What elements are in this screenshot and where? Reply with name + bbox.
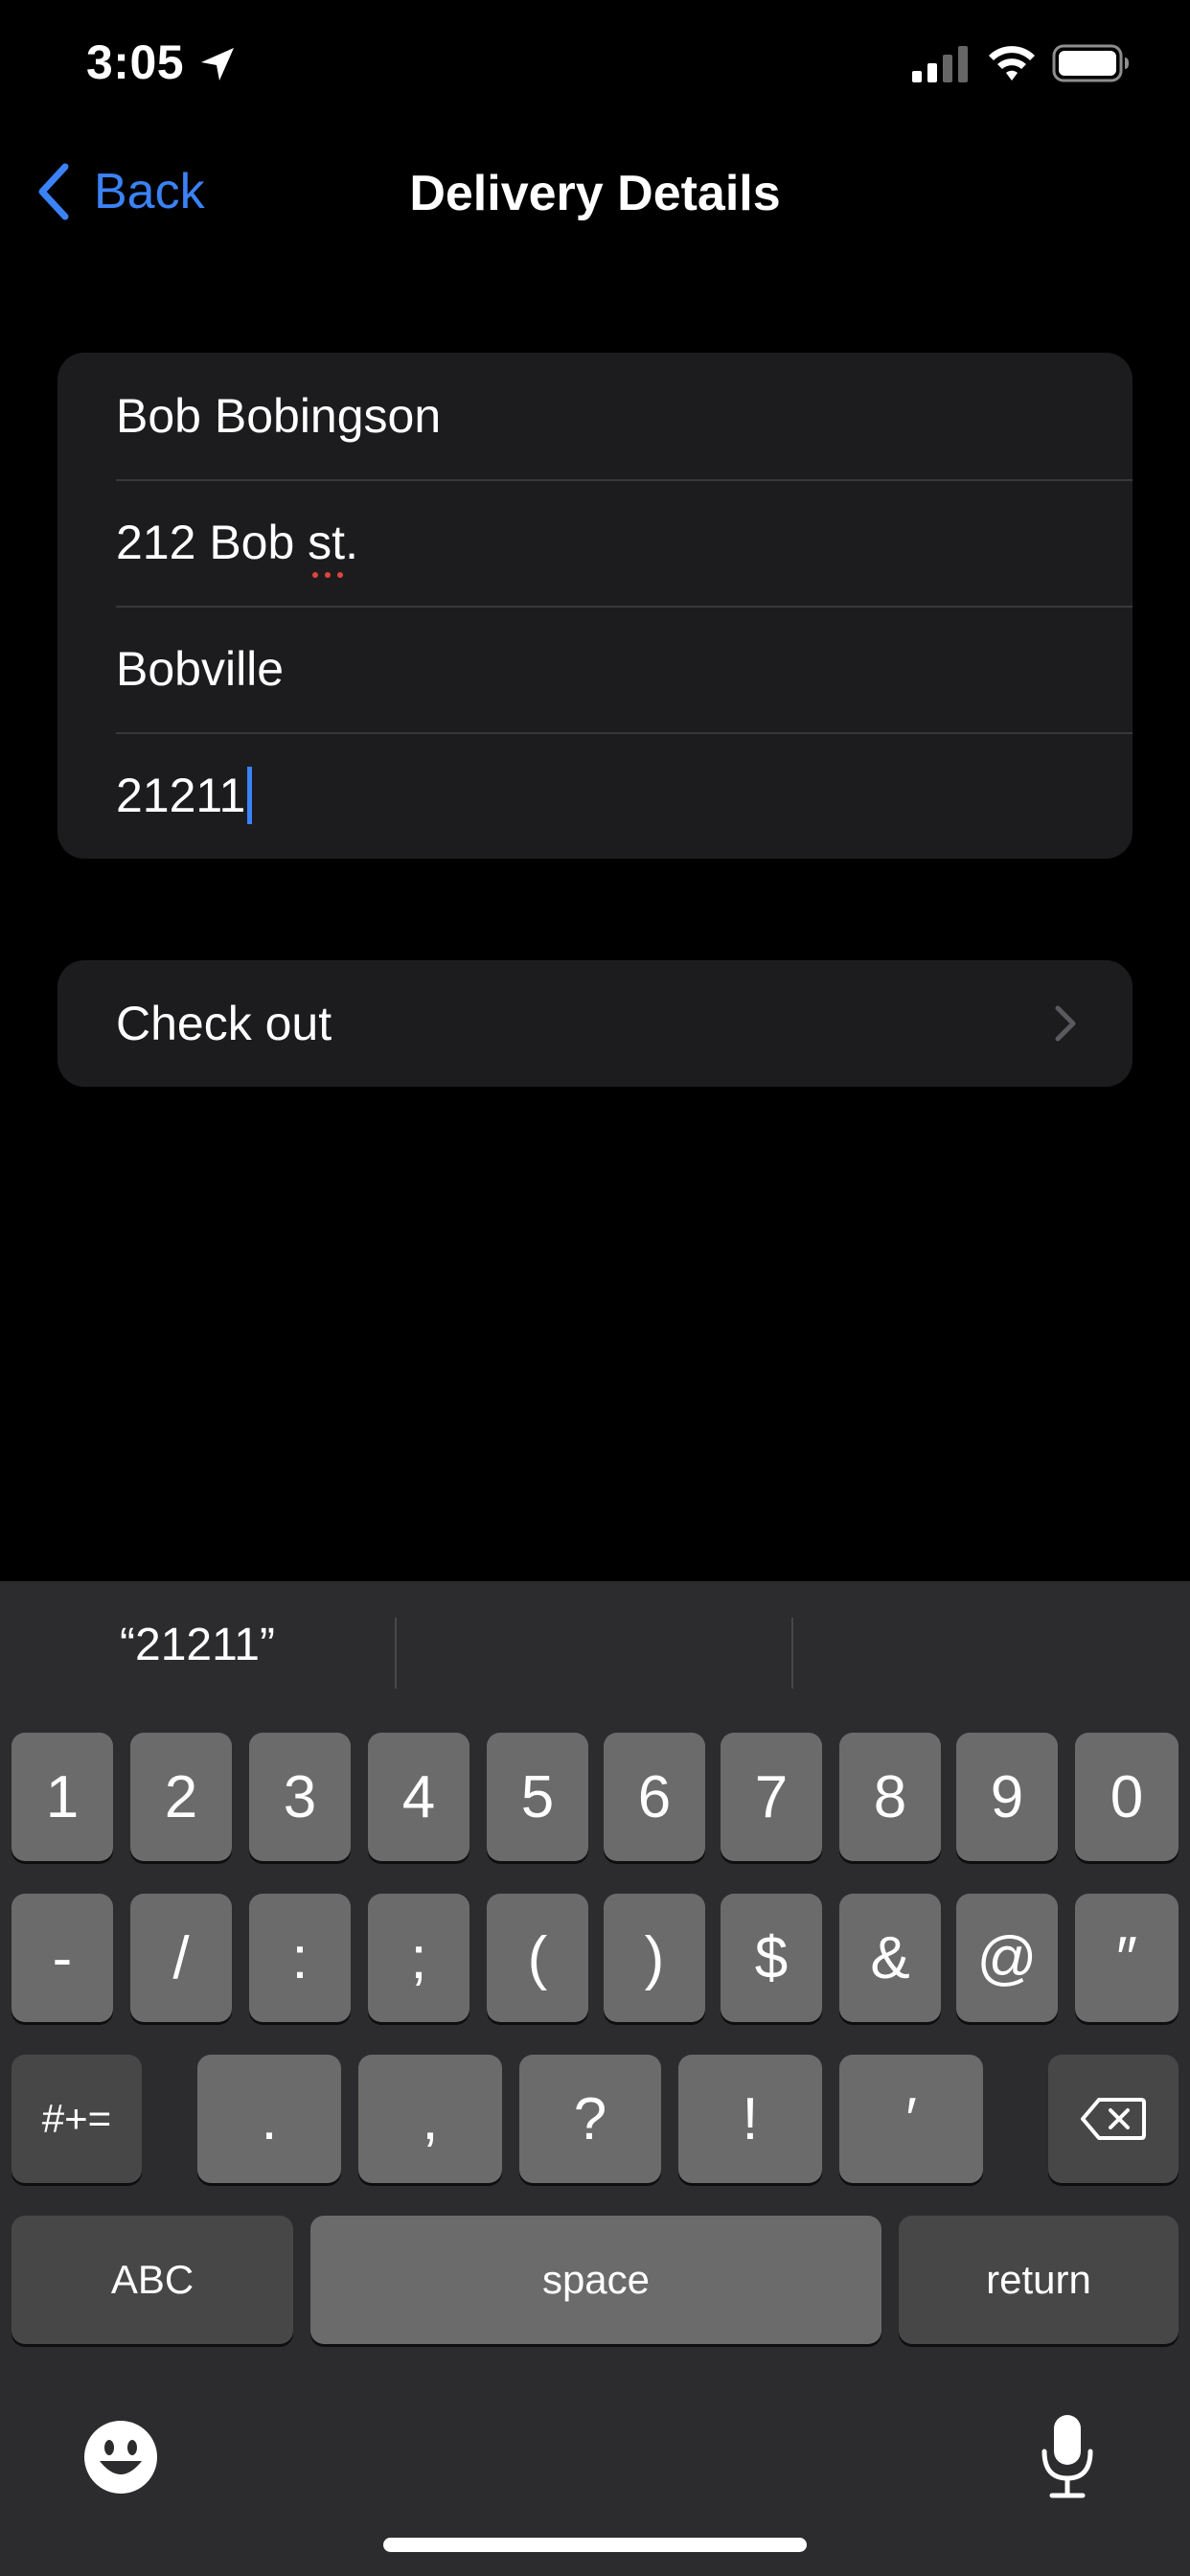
suggestion-2[interactable]	[397, 1608, 791, 1681]
spellcheck-dots	[312, 572, 344, 578]
status-bar: 3:05	[0, 0, 1190, 130]
cellular-signal-icon	[912, 46, 968, 82]
key-open-paren[interactable]: (	[487, 1894, 588, 2022]
delete-key[interactable]	[1048, 2055, 1179, 2183]
key-hyphen[interactable]: -	[11, 1894, 113, 2022]
key-symbols-toggle[interactable]: #+=	[11, 2055, 142, 2183]
key-3[interactable]: 3	[249, 1733, 351, 1861]
city-field-value: Bobville	[116, 642, 285, 696]
key-5[interactable]: 5	[487, 1733, 588, 1861]
misspelled-word[interactable]: st	[308, 516, 345, 578]
key-1[interactable]: 1	[11, 1733, 113, 1861]
status-time: 3:05	[86, 35, 185, 89]
key-return[interactable]: return	[899, 2216, 1179, 2344]
keyboard: “21211” 1 2 3 4 5 6 7 8 9 0 - / : ; ( ) …	[0, 1581, 1190, 2576]
key-slash[interactable]: /	[130, 1894, 232, 2022]
key-at[interactable]: @	[956, 1894, 1058, 2022]
key-8[interactable]: 8	[839, 1733, 941, 1861]
backspace-icon	[1081, 2098, 1146, 2140]
key-dollar[interactable]: $	[721, 1894, 822, 2022]
name-field-value: Bob Bobingson	[116, 389, 442, 443]
key-4[interactable]: 4	[368, 1733, 469, 1861]
key-quote[interactable]: ″	[1075, 1894, 1179, 2022]
zip-field[interactable]: 21211	[57, 732, 1133, 859]
navigation-bar: Back Delivery Details	[0, 144, 1190, 240]
key-0[interactable]: 0	[1075, 1733, 1179, 1861]
key-abc[interactable]: ABC	[11, 2216, 293, 2344]
suggestion-bar: “21211”	[0, 1581, 1190, 1706]
key-7[interactable]: 7	[721, 1733, 822, 1861]
home-indicator	[383, 2538, 807, 2552]
key-apostrophe[interactable]: ′	[839, 2055, 983, 2183]
city-field[interactable]: Bobville	[57, 606, 1133, 732]
page-title: Delivery Details	[409, 166, 781, 221]
key-colon[interactable]: :	[249, 1894, 351, 2022]
name-field[interactable]: Bob Bobingson	[57, 353, 1133, 479]
text-cursor	[247, 767, 253, 824]
emoji-icon[interactable]	[82, 2419, 159, 2496]
key-close-paren[interactable]: )	[604, 1894, 705, 2022]
key-exclamation[interactable]: !	[678, 2055, 822, 2183]
key-2[interactable]: 2	[130, 1733, 232, 1861]
delivery-form: Bob Bobingson 212 Bob st. Bobville 21211	[57, 353, 1133, 859]
zip-field-value: 21211	[116, 769, 246, 822]
screen: 3:05 Back Delivery Details Bob Bobingson…	[0, 0, 1190, 2576]
location-arrow-icon	[201, 48, 234, 80]
chevron-right-icon	[1055, 1005, 1076, 1042]
key-ampersand[interactable]: &	[839, 1894, 941, 2022]
key-9[interactable]: 9	[956, 1733, 1058, 1861]
key-semicolon[interactable]: ;	[368, 1894, 469, 2022]
suggestion-1[interactable]: “21211”	[0, 1608, 395, 1681]
key-question[interactable]: ?	[519, 2055, 661, 2183]
key-space[interactable]: space	[310, 2216, 881, 2344]
microphone-icon[interactable]	[1037, 2411, 1098, 2503]
key-period[interactable]: .	[197, 2055, 341, 2183]
suggestion-3[interactable]	[793, 1608, 1190, 1681]
checkout-button[interactable]: Check out	[57, 960, 1133, 1087]
key-6[interactable]: 6	[604, 1733, 705, 1861]
checkout-label: Check out	[116, 997, 332, 1050]
battery-icon	[1052, 44, 1129, 82]
wifi-icon	[989, 46, 1035, 80]
key-comma[interactable]: ,	[358, 2055, 502, 2183]
street-field-value: 212 Bob st.	[116, 515, 358, 578]
street-field[interactable]: 212 Bob st.	[57, 479, 1133, 606]
